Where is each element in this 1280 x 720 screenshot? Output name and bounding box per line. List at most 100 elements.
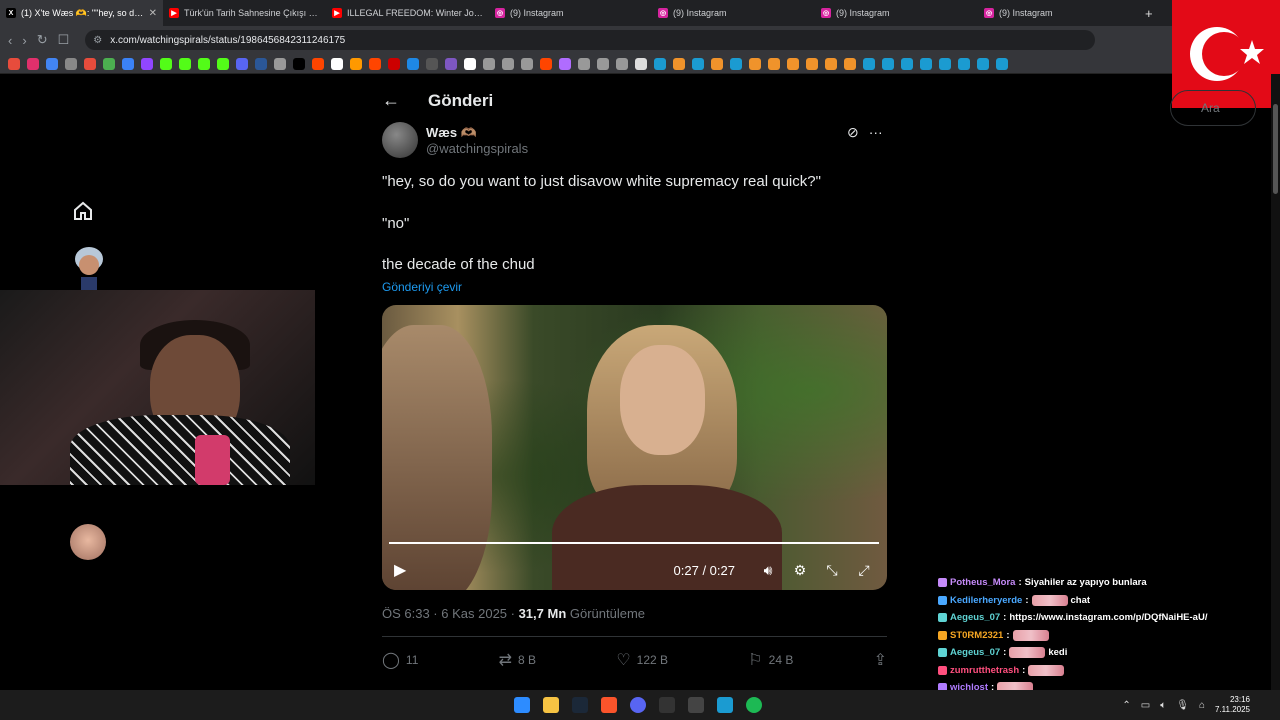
bookmark-favicon-icon[interactable]: [217, 57, 229, 70]
avatar[interactable]: [70, 524, 106, 560]
author-handle[interactable]: @watchingspirals: [426, 141, 528, 156]
reload-icon[interactable]: ↻: [37, 32, 48, 48]
bookmark-favicon-icon[interactable]: [559, 57, 571, 70]
scrollbar[interactable]: [1271, 74, 1280, 690]
close-tab-icon[interactable]: ✕: [149, 8, 157, 19]
bookmark-favicon-icon[interactable]: [825, 57, 837, 70]
bookmark-favicon-icon[interactable]: [939, 57, 951, 70]
bookmark-favicon-icon[interactable]: [692, 57, 704, 70]
bookmark-favicon-icon[interactable]: [635, 57, 647, 70]
home-icon[interactable]: [72, 200, 94, 222]
network-icon[interactable]: ⌂: [1199, 700, 1205, 711]
bookmark-favicon-icon[interactable]: [293, 57, 305, 70]
picture-in-picture-icon[interactable]: ⤡: [821, 562, 843, 579]
bookmark-favicon-icon[interactable]: [901, 57, 913, 70]
bookmark-favicon-icon[interactable]: [730, 57, 742, 70]
bookmark-favicon-icon[interactable]: [996, 57, 1008, 70]
bookmark-favicon-icon[interactable]: [578, 57, 590, 70]
video-player[interactable]: ▶ 0:27 / 0:27 🔊︎ ⚙ ⤡ ⤢: [382, 305, 887, 590]
like-button[interactable]: ♡ 122 B: [616, 650, 668, 670]
back-arrow-icon[interactable]: ←: [382, 90, 400, 111]
bookmark-favicon-icon[interactable]: [502, 57, 514, 70]
forward-arrow-icon[interactable]: ›: [22, 33, 26, 48]
bookmark-favicon-icon[interactable]: [65, 57, 77, 70]
bookmark-favicon-icon[interactable]: [464, 57, 476, 70]
bookmark-favicon-icon[interactable]: [597, 57, 609, 70]
battery-icon[interactable]: ▭: [1141, 700, 1150, 711]
repost-button[interactable]: ⇄ 8 B: [499, 650, 536, 670]
file-explorer-icon[interactable]: [543, 697, 559, 713]
bookmark-favicon-icon[interactable]: [768, 57, 780, 70]
play-icon[interactable]: ▶: [394, 560, 406, 580]
bookmark-favicon-icon[interactable]: [977, 57, 989, 70]
bookmark-favicon-icon[interactable]: [445, 57, 457, 70]
bookmark-favicon-icon[interactable]: [84, 57, 96, 70]
windows-start-icon[interactable]: [514, 697, 530, 713]
bookmark-favicon-icon[interactable]: [806, 57, 818, 70]
video-progress-bar[interactable]: [389, 542, 879, 544]
search-input[interactable]: Ara: [1170, 90, 1256, 126]
bookmark-favicon-icon[interactable]: [312, 57, 324, 70]
browser-tab[interactable]: ◎ (9) Instagram: [489, 0, 652, 26]
spotify-icon[interactable]: [746, 697, 762, 713]
steam-icon[interactable]: [572, 697, 588, 713]
bookmark-favicon-icon[interactable]: [521, 57, 533, 70]
browser-tab[interactable]: ◎ (9) Instagram: [652, 0, 815, 26]
browser-tab[interactable]: ▶ Türk'ün Tarih Sahnesine Çıkışı - Ahm: [163, 0, 326, 26]
bookmark-favicon-icon[interactable]: [198, 57, 210, 70]
clock[interactable]: 23:16 7.11.2025: [1215, 695, 1250, 715]
bookmark-favicon-icon[interactable]: [27, 57, 39, 70]
bookmark-favicon-icon[interactable]: [255, 57, 267, 70]
microphone-icon[interactable]: 🎙︎: [1176, 700, 1189, 711]
steam-icon[interactable]: [717, 697, 733, 713]
bookmark-favicon-icon[interactable]: [46, 57, 58, 70]
bookmark-favicon-icon[interactable]: [711, 57, 723, 70]
brave-icon[interactable]: [601, 697, 617, 713]
browser-tab[interactable]: ◎ (9) Instagram: [815, 0, 978, 26]
bookmark-favicon-icon[interactable]: [958, 57, 970, 70]
bookmark-favicon-icon[interactable]: [483, 57, 495, 70]
bookmark-favicon-icon[interactable]: [103, 57, 115, 70]
bookmark-favicon-icon[interactable]: [331, 57, 343, 70]
bookmark-favicon-icon[interactable]: [844, 57, 856, 70]
bookmark-favicon-icon[interactable]: [749, 57, 761, 70]
chevron-up-icon[interactable]: ⌃: [1122, 700, 1130, 711]
browser-tab[interactable]: ▶ ILLEGAL FREEDOM: Winter Journey #: [326, 0, 489, 26]
grok-icon[interactable]: ⊘: [847, 124, 859, 141]
author-name[interactable]: Wæs 🫶🏽: [426, 125, 528, 141]
bookmark-favicon-icon[interactable]: [616, 57, 628, 70]
translate-link[interactable]: Gönderiyi çevir: [382, 280, 462, 294]
volume-icon[interactable]: 🔊︎: [757, 562, 779, 579]
bookmark-favicon-icon[interactable]: [540, 57, 552, 70]
post-author[interactable]: Wæs 🫶🏽 @watchingspirals: [382, 122, 528, 158]
bookmark-favicon-icon[interactable]: [179, 57, 191, 70]
new-tab-icon[interactable]: +: [1145, 6, 1153, 21]
browser-tab[interactable]: ◎ (9) Instagram: [978, 0, 1141, 26]
bookmark-favicon-icon[interactable]: [654, 57, 666, 70]
bookmark-favicon-icon[interactable]: [122, 57, 134, 70]
bookmark-favicon-icon[interactable]: [141, 57, 153, 70]
settings-icon[interactable]: ⚙: [789, 562, 811, 579]
bookmark-favicon-icon[interactable]: [882, 57, 894, 70]
reply-button[interactable]: ◯ 11: [382, 650, 418, 670]
share-button[interactable]: ⇪: [874, 650, 887, 670]
bookmark-favicon-icon[interactable]: [407, 57, 419, 70]
bookmark-favicon-icon[interactable]: [673, 57, 685, 70]
bookmark-favicon-icon[interactable]: [350, 57, 362, 70]
site-info-icon[interactable]: ⚙: [93, 35, 102, 46]
browser-tab[interactable]: X (1) X'te Wæs 🫶: ""hey, so do yo ✕: [0, 0, 163, 26]
author-avatar[interactable]: [382, 122, 418, 158]
bookmark-icon[interactable]: ☐: [58, 32, 70, 48]
post-timestamp[interactable]: ÖS 6:33 · 6 Kas 2025 ·: [382, 606, 519, 621]
discord-icon[interactable]: [630, 697, 646, 713]
bookmark-button[interactable]: ⚐ 24 B: [748, 650, 793, 670]
bookmark-favicon-icon[interactable]: [236, 57, 248, 70]
address-bar[interactable]: ⚙ x.com/watchingspirals/status/198645684…: [85, 30, 1096, 50]
bookmark-favicon-icon[interactable]: [920, 57, 932, 70]
volume-icon[interactable]: 🔈︎: [1160, 700, 1166, 711]
back-arrow-icon[interactable]: ‹: [8, 33, 12, 48]
bookmark-favicon-icon[interactable]: [787, 57, 799, 70]
obs-icon[interactable]: [659, 697, 675, 713]
bookmark-favicon-icon[interactable]: [388, 57, 400, 70]
bookmark-favicon-icon[interactable]: [160, 57, 172, 70]
